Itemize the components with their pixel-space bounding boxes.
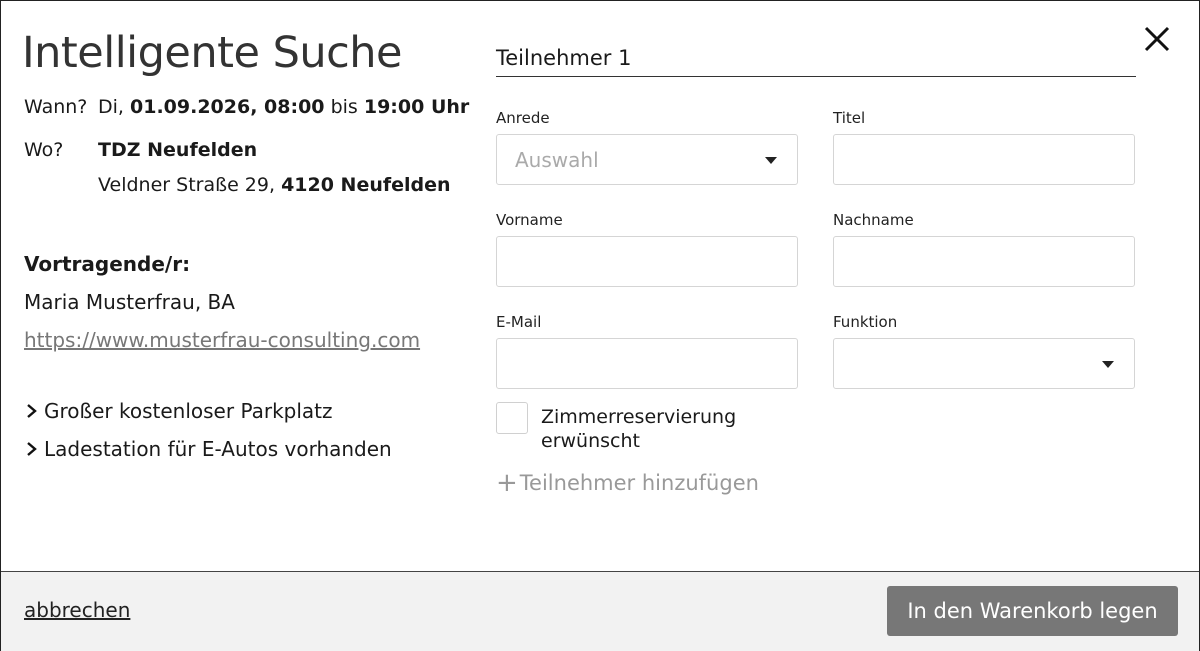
when-day: Di, — [98, 96, 124, 118]
caret-down-icon — [765, 157, 777, 164]
caret-down-icon — [1102, 361, 1114, 368]
speaker-heading: Vortragende/r: — [24, 252, 191, 276]
close-button[interactable] — [1140, 22, 1174, 56]
when-label: Wann? — [24, 96, 88, 118]
when-end: 19:00 Uhr — [363, 96, 470, 118]
zimmer-checkbox[interactable] — [496, 402, 528, 434]
speaker-name: Maria Musterfrau, BA — [24, 290, 235, 314]
zimmer-label: Zimmerreservierung erwünscht — [541, 406, 737, 452]
close-icon — [1144, 26, 1170, 52]
chevron-right-icon — [27, 442, 37, 456]
dialog-title: Intelligente Suche — [22, 28, 402, 78]
add-participant-button[interactable]: + Teilnehmer hinzufügen — [496, 470, 759, 496]
feature-label: Großer kostenloser Parkplatz — [44, 399, 333, 423]
speaker-link[interactable]: https://www.musterfrau-consulting.com — [24, 328, 420, 352]
plus-icon: + — [496, 468, 518, 498]
add-to-cart-button[interactable]: In den Warenkorb legen — [887, 586, 1178, 636]
email-label: E-Mail — [496, 313, 542, 331]
titel-input[interactable] — [833, 134, 1135, 185]
add-participant-label: Teilnehmer hinzufügen — [519, 471, 759, 495]
vorname-input[interactable] — [496, 236, 798, 287]
nachname-input[interactable] — [833, 236, 1135, 287]
chevron-right-icon — [27, 404, 37, 418]
venue-address: Veldner Straße 29, 4120 Neufelden — [98, 174, 451, 196]
where-row: Wo? TDZ Neufelden — [24, 139, 257, 161]
anrede-select[interactable]: Auswahl — [496, 134, 798, 185]
cancel-link[interactable]: abbrechen — [24, 598, 130, 622]
email-input[interactable] — [496, 338, 798, 389]
feature-label: Ladestation für E-Autos vorhanden — [44, 437, 392, 461]
titel-label: Titel — [833, 109, 866, 127]
funktion-label: Funktion — [833, 313, 898, 331]
when-row: Wann? Di, 01.09.2026, 08:00 bis 19:00 Uhr — [24, 96, 469, 118]
venue-street: Veldner Straße 29, — [98, 174, 276, 196]
funktion-select[interactable] — [833, 338, 1135, 389]
feature-item[interactable]: Großer kostenloser Parkplatz — [24, 399, 333, 423]
venue-name: TDZ Neufelden — [98, 139, 258, 161]
where-label: Wo? — [24, 139, 64, 161]
feature-item[interactable]: Ladestation für E-Autos vorhanden — [24, 437, 392, 461]
vorname-label: Vorname — [496, 211, 563, 229]
when-bis: bis — [330, 96, 358, 118]
venue-city: 4120 Neufelden — [281, 174, 451, 196]
nachname-label: Nachname — [833, 211, 914, 229]
anrede-placeholder: Auswahl — [515, 148, 599, 172]
participant-title: Teilnehmer 1 — [496, 46, 1136, 77]
when-date-start: 01.09.2026, 08:00 — [130, 96, 325, 118]
anrede-label: Anrede — [496, 109, 550, 127]
